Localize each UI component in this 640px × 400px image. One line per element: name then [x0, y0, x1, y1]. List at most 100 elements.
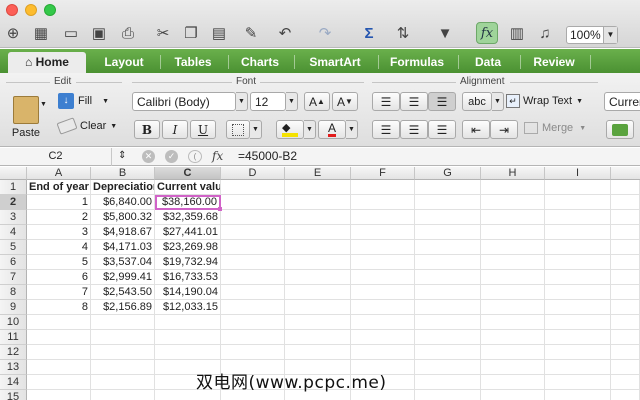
- table-cell[interactable]: [481, 180, 545, 195]
- align-middle-button[interactable]: ☰: [400, 92, 428, 111]
- align-left-button[interactable]: ☰: [372, 120, 400, 139]
- table-cell[interactable]: [481, 300, 545, 315]
- insert-function-button[interactable]: fx: [212, 148, 223, 165]
- table-cell[interactable]: [481, 345, 545, 360]
- row-header[interactable]: 10: [0, 315, 27, 330]
- table-cell[interactable]: $19,732.94: [155, 255, 221, 270]
- column-header-g[interactable]: G: [415, 167, 481, 180]
- table-cell[interactable]: [27, 345, 91, 360]
- table-cell[interactable]: [221, 210, 285, 225]
- row-header[interactable]: 14: [0, 375, 27, 390]
- row-header[interactable]: 7: [0, 270, 27, 285]
- table-cell[interactable]: $5,800.32: [91, 210, 155, 225]
- copy-icon[interactable]: ❐: [180, 22, 202, 44]
- table-cell[interactable]: [221, 195, 285, 210]
- table-cell[interactable]: [221, 225, 285, 240]
- media-icon[interactable]: ♫: [534, 22, 556, 44]
- table-cell[interactable]: 6: [27, 270, 91, 285]
- row-header[interactable]: 11: [0, 330, 27, 345]
- format-painter-icon[interactable]: ✎: [240, 22, 262, 44]
- table-cell[interactable]: [481, 195, 545, 210]
- table-cell[interactable]: [611, 225, 640, 240]
- table-cell[interactable]: $14,190.04: [155, 285, 221, 300]
- table-cell[interactable]: [481, 225, 545, 240]
- header-cell[interactable]: End of year: [27, 180, 91, 195]
- name-box[interactable]: C2: [0, 148, 112, 166]
- table-cell[interactable]: [481, 390, 545, 400]
- table-cell[interactable]: $4,171.03: [91, 240, 155, 255]
- enter-icon[interactable]: ✓: [165, 150, 178, 163]
- paste-button[interactable]: Paste: [6, 91, 46, 139]
- decrease-font-size-button[interactable]: A ▼: [332, 92, 358, 111]
- table-cell[interactable]: [545, 285, 611, 300]
- table-cell[interactable]: [415, 375, 481, 390]
- increase-indent-button[interactable]: ⇥: [490, 120, 518, 139]
- paste-icon[interactable]: ▤: [208, 22, 230, 44]
- table-cell[interactable]: $6,840.00: [91, 195, 155, 210]
- column-header-f[interactable]: F: [351, 167, 415, 180]
- clear-button[interactable]: Clear ▼: [56, 117, 117, 135]
- table-cell[interactable]: [221, 180, 285, 195]
- fill-handle[interactable]: [218, 207, 222, 211]
- table-cell[interactable]: [611, 345, 640, 360]
- align-right-button[interactable]: ☰: [428, 120, 456, 139]
- tab-smartart[interactable]: SmartArt: [296, 52, 374, 73]
- table-cell[interactable]: [351, 225, 415, 240]
- table-cell[interactable]: 3: [27, 225, 91, 240]
- table-cell[interactable]: [351, 345, 415, 360]
- table-cell[interactable]: [285, 210, 351, 225]
- decrease-indent-button[interactable]: ⇤: [462, 120, 490, 139]
- chevron-down-icon[interactable]: ▼: [346, 120, 358, 139]
- chevron-down-icon[interactable]: ▼: [492, 92, 504, 111]
- table-cell[interactable]: $32,359.68: [155, 210, 221, 225]
- borders-button[interactable]: [226, 120, 250, 139]
- table-cell[interactable]: [611, 300, 640, 315]
- table-cell[interactable]: [351, 210, 415, 225]
- row-header[interactable]: 2: [0, 195, 27, 210]
- table-cell[interactable]: [545, 240, 611, 255]
- table-cell[interactable]: [545, 195, 611, 210]
- table-cell[interactable]: [285, 240, 351, 255]
- tab-home[interactable]: ⌂ Home: [8, 52, 86, 73]
- table-cell[interactable]: [351, 240, 415, 255]
- table-cell[interactable]: [221, 270, 285, 285]
- table-cell[interactable]: [285, 270, 351, 285]
- active-cell[interactable]: $38,160.00: [155, 195, 221, 210]
- table-cell[interactable]: [221, 345, 285, 360]
- align-bottom-button[interactable]: ☰: [428, 92, 456, 111]
- row-header[interactable]: 9: [0, 300, 27, 315]
- table-cell[interactable]: [545, 315, 611, 330]
- row-header[interactable]: 3: [0, 210, 27, 225]
- column-header-e[interactable]: E: [285, 167, 351, 180]
- wrap-text-button[interactable]: ↵ Wrap Text ▼: [506, 94, 583, 108]
- table-cell[interactable]: [611, 360, 640, 375]
- table-cell[interactable]: [285, 300, 351, 315]
- table-cell[interactable]: [27, 330, 91, 345]
- row-header[interactable]: 6: [0, 255, 27, 270]
- table-cell[interactable]: [415, 255, 481, 270]
- table-cell[interactable]: [415, 225, 481, 240]
- row-header[interactable]: 12: [0, 345, 27, 360]
- table-cell[interactable]: [285, 195, 351, 210]
- table-cell[interactable]: [415, 360, 481, 375]
- paste-options-chevron-icon[interactable]: ▼: [40, 101, 47, 108]
- redo-icon[interactable]: ↷: [314, 22, 336, 44]
- table-cell[interactable]: [415, 240, 481, 255]
- table-cell[interactable]: [27, 375, 91, 390]
- table-cell[interactable]: [481, 315, 545, 330]
- table-cell[interactable]: 5: [27, 255, 91, 270]
- zoom-window-button[interactable]: [44, 4, 56, 16]
- table-cell[interactable]: 2: [27, 210, 91, 225]
- chevron-down-icon[interactable]: ▼: [603, 27, 617, 43]
- table-cell[interactable]: [545, 255, 611, 270]
- table-cell[interactable]: [351, 180, 415, 195]
- table-cell[interactable]: [611, 315, 640, 330]
- cut-icon[interactable]: ✂: [152, 22, 174, 44]
- chevron-down-icon[interactable]: ▼: [286, 92, 298, 111]
- table-cell[interactable]: [415, 330, 481, 345]
- column-header-d[interactable]: D: [221, 167, 285, 180]
- tab-layout[interactable]: Layout: [92, 52, 156, 73]
- number-format-select[interactable]: Curren: [604, 92, 640, 111]
- table-cell[interactable]: 1: [27, 195, 91, 210]
- table-cell[interactable]: [351, 255, 415, 270]
